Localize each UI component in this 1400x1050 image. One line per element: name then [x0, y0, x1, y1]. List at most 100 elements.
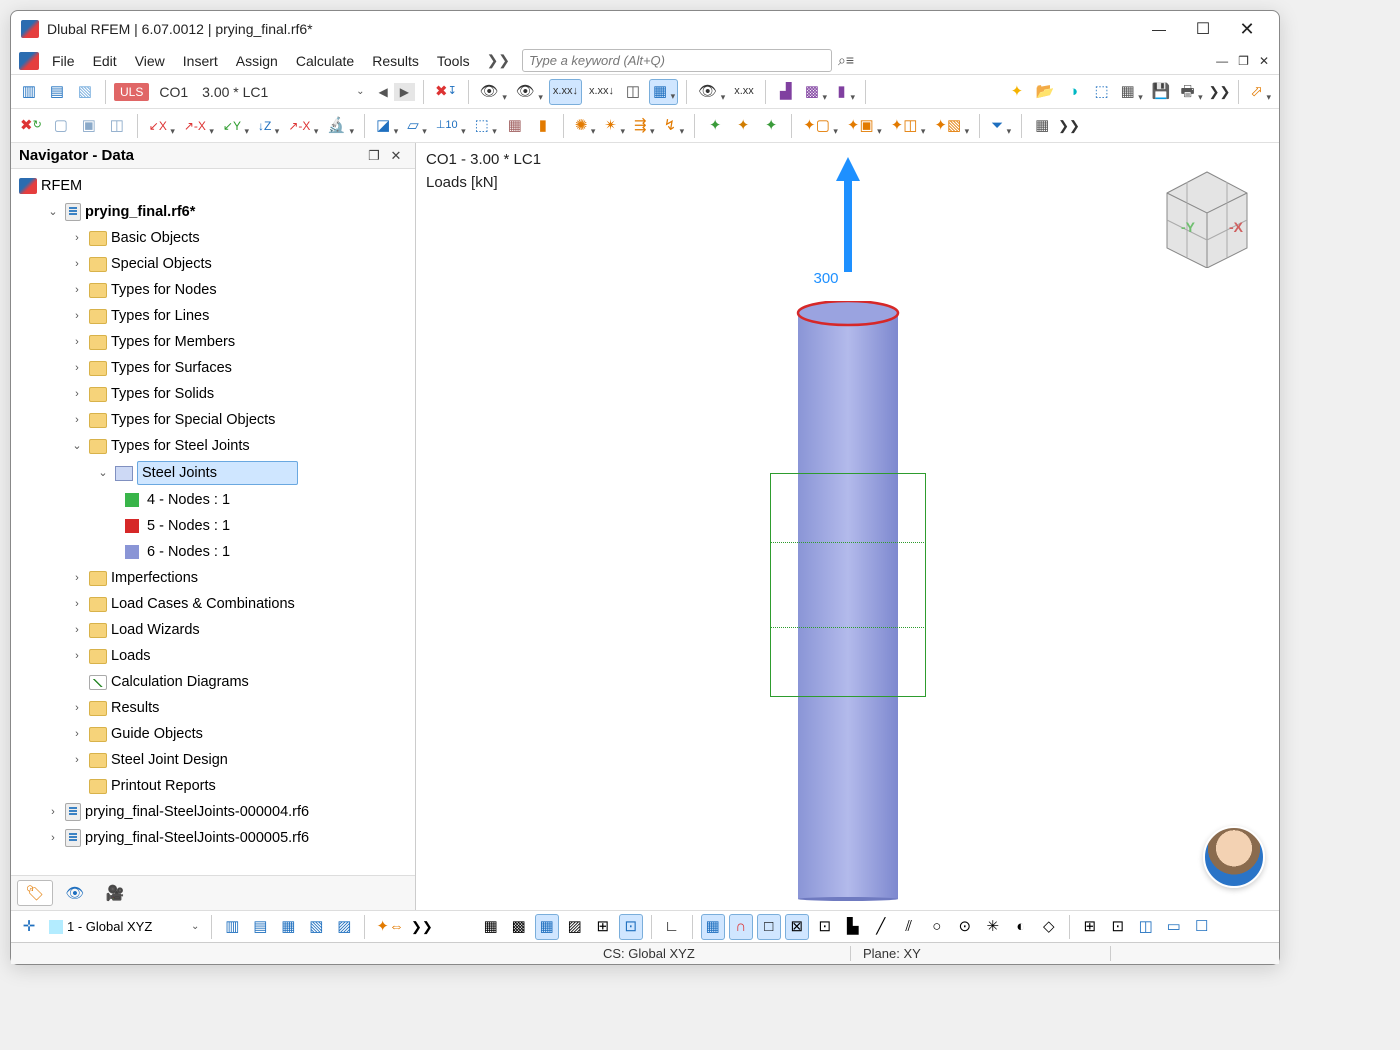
tree-folder[interactable]: ›Load Wizards: [11, 617, 415, 643]
expand-icon[interactable]: ›: [69, 619, 85, 641]
bt-osnap-int-icon[interactable]: ✳: [981, 914, 1005, 940]
tree-folder[interactable]: ›Load Cases & Combinations: [11, 591, 415, 617]
expand-icon[interactable]: ›: [69, 409, 85, 431]
tb-transparency-icon[interactable]: ◫: [621, 79, 645, 105]
expand-icon[interactable]: ›: [69, 723, 85, 745]
tree-folder[interactable]: ›Types for Nodes: [11, 277, 415, 303]
tree-joint-item[interactable]: 5 - Nodes : 1: [11, 513, 415, 539]
tree-root[interactable]: RFEM: [11, 173, 415, 199]
tree-extra-file[interactable]: ›prying_final-SteelJoints-000005.rf6: [11, 825, 415, 851]
tb-view1-icon[interactable]: ▢: [49, 113, 73, 139]
navigator-close-icon[interactable]: ✕: [385, 148, 407, 164]
tb-load4-icon[interactable]: ↯: [661, 113, 687, 139]
tb-axis-negx2-icon[interactable]: ↗-X: [285, 113, 320, 139]
tb-load1-icon[interactable]: ✺: [572, 113, 598, 139]
tree-folder[interactable]: ›Basic Objects: [11, 225, 415, 251]
bt-workplane1-icon[interactable]: ▥: [220, 914, 244, 940]
tb-blocks-icon[interactable]: ▤: [45, 79, 69, 105]
tb-support-render-icon[interactable]: ⬚: [472, 113, 499, 139]
tree-folder[interactable]: ›Types for Lines: [11, 303, 415, 329]
tree-folder[interactable]: ·Printout Reports: [11, 773, 415, 799]
expand-icon[interactable]: ›: [69, 383, 85, 405]
tb-mesh-icon[interactable]: ▦: [503, 113, 527, 139]
bt-osnap-tan-icon[interactable]: ◐: [1009, 914, 1033, 940]
tree-extra-file[interactable]: ›prying_final-SteelJoints-000004.rf6: [11, 799, 415, 825]
tb-show-loadvalues2-icon[interactable]: x.xx↓: [586, 79, 617, 105]
bt-workplane3-icon[interactable]: ▦: [276, 914, 300, 940]
tb-load3-icon[interactable]: ⇶: [631, 113, 657, 139]
bt-osnap-grid-icon[interactable]: ▦: [701, 914, 725, 940]
menu-insert[interactable]: Insert: [174, 50, 227, 72]
navigator-dock-icon[interactable]: ❐: [363, 148, 385, 164]
bt-snap1-icon[interactable]: ▦: [479, 914, 503, 940]
app-logo-small[interactable]: [19, 52, 39, 70]
tb-view3-icon[interactable]: ◫: [105, 113, 129, 139]
tb-filter-icon[interactable]: ⏷: [988, 113, 1013, 139]
bt-snap6-icon[interactable]: ⊡: [619, 914, 643, 940]
bt-osnap-node-icon[interactable]: ⊡: [813, 914, 837, 940]
tb-view2-icon[interactable]: ▣: [77, 113, 101, 139]
tb-structure-icon[interactable]: ▥: [17, 79, 41, 105]
bt-snap4-icon[interactable]: ▨: [563, 914, 587, 940]
tree-model[interactable]: ⌄prying_final.rf6*: [11, 199, 415, 225]
tb-copy4-icon[interactable]: ✦▧: [931, 113, 971, 139]
assistant-avatar[interactable]: [1203, 826, 1265, 888]
tree-folder[interactable]: ›Special Objects: [11, 251, 415, 277]
navigator-tree[interactable]: RFEM ⌄prying_final.rf6* ›Basic Objects ›…: [11, 169, 415, 875]
loadcase-name[interactable]: CO1: [153, 82, 194, 102]
tb-copy2-icon[interactable]: ✦▣: [844, 113, 884, 139]
expand-icon[interactable]: ›: [69, 331, 85, 353]
tb-results-values-icon[interactable]: x.xx: [731, 79, 757, 105]
tb-design2-icon[interactable]: ✦: [731, 113, 755, 139]
expand-icon[interactable]: ›: [69, 279, 85, 301]
menu-assign[interactable]: Assign: [227, 50, 287, 72]
tree-calc-diagrams[interactable]: ·Calculation Diagrams: [11, 669, 415, 695]
expand-icon[interactable]: ›: [69, 227, 85, 249]
nav-tab-data-icon[interactable]: 🏷: [17, 880, 53, 906]
connection-outline[interactable]: [770, 473, 926, 697]
bt-osnap-perp-icon[interactable]: ▙: [841, 914, 865, 940]
expand-icon[interactable]: ›: [69, 253, 85, 275]
mdi-restore-icon[interactable]: ❐: [1236, 52, 1251, 70]
bt-workplane4-icon[interactable]: ▧: [304, 914, 328, 940]
tree-folder[interactable]: ›Types for Solids: [11, 381, 415, 407]
bt-guide2-icon[interactable]: ⊡: [1106, 914, 1130, 940]
tb-results-scale-icon[interactable]: ▮: [833, 79, 857, 105]
tb-microscope-icon[interactable]: 🔬: [324, 113, 356, 139]
mdi-minimize-icon[interactable]: —: [1214, 52, 1230, 70]
tb-cloud-icon[interactable]: ◑: [1062, 79, 1086, 105]
search-input[interactable]: Type a keyword (Alt+Q): [522, 49, 832, 72]
tree-folder[interactable]: ›Results: [11, 695, 415, 721]
cs-dropdown-icon[interactable]: ⌄: [191, 921, 199, 932]
tree-joint-item[interactable]: 4 - Nodes : 1: [11, 487, 415, 513]
tree-folder[interactable]: ›Steel Joint Design: [11, 747, 415, 773]
toolbar2-overflow-icon[interactable]: ❯❯: [1058, 118, 1080, 134]
tb-blocks2-icon[interactable]: ▧: [73, 79, 97, 105]
bt-osnap-end-icon[interactable]: □: [757, 914, 781, 940]
expand-icon[interactable]: ›: [69, 645, 85, 667]
menu-file[interactable]: File: [43, 50, 84, 72]
menu-results[interactable]: Results: [363, 50, 428, 72]
tree-folder[interactable]: ›Loads: [11, 643, 415, 669]
tb-design1-icon[interactable]: ✦: [703, 113, 727, 139]
tb-axis-negx-icon[interactable]: ↗-X: [181, 113, 216, 139]
nav-tab-display-icon[interactable]: 👁: [57, 880, 93, 906]
expand-icon[interactable]: ⌄: [45, 201, 61, 223]
tb-colors-icon[interactable]: ▮: [531, 113, 555, 139]
bt-guide5-icon[interactable]: ☐: [1190, 914, 1214, 940]
tb-axis-z-icon[interactable]: ↓Z: [255, 113, 281, 139]
tb-new-icon[interactable]: ✦: [1005, 79, 1029, 105]
bottom-overflow-icon[interactable]: ❯❯: [411, 919, 433, 935]
expand-icon[interactable]: ›: [45, 801, 61, 823]
tb-refresh-icon[interactable]: ✖↻: [17, 113, 45, 139]
tb-solid-render-icon[interactable]: ◪: [373, 113, 400, 139]
bt-osnap-line-icon[interactable]: ╱: [869, 914, 893, 940]
tree-steel-category[interactable]: ⌄Types for Steel Joints: [11, 433, 415, 459]
bt-snap3-icon[interactable]: ▦: [535, 914, 559, 940]
bt-cs-icon[interactable]: ✛: [17, 914, 41, 940]
coord-system-combo[interactable]: 1 - Global XYZ ⌄: [45, 919, 203, 934]
bt-guide3-icon[interactable]: ◫: [1134, 914, 1158, 940]
bt-osnap-quad-icon[interactable]: ◇: [1037, 914, 1061, 940]
loadcase-dropdown-icon[interactable]: ⌄: [352, 86, 368, 97]
tb-show-loadvalues-icon[interactable]: x.xx↓: [549, 79, 582, 105]
